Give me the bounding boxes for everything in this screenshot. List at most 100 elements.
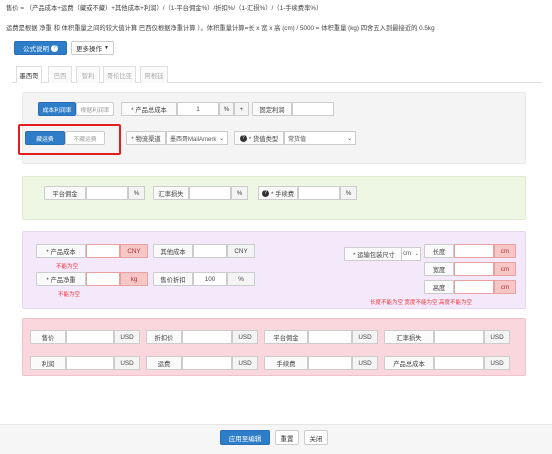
length-label: 长度 <box>424 244 454 258</box>
chevron-down-icon: ⌄ <box>346 135 352 142</box>
formula-help-button[interactable]: 公式说明 ? <box>14 41 67 55</box>
package-unit-select[interactable]: cm ⌄ <box>401 247 421 261</box>
fixed-profit-label: 固定利润 <box>252 102 292 116</box>
fx-loss-input[interactable] <box>189 186 231 200</box>
chevron-down-icon: ⌄ <box>218 135 224 142</box>
mode-cost-profit-button[interactable]: 成本利润率 <box>38 102 76 116</box>
length-unit: cm <box>494 244 516 258</box>
tab-chile[interactable]: 智利 <box>76 66 100 83</box>
result-shipping-output <box>182 356 232 370</box>
result-fx-loss-unit: USD <box>484 330 510 344</box>
fx-loss-unit: % <box>231 186 248 200</box>
result-fx-loss-output <box>434 330 484 344</box>
goods-type-value: 常货值 <box>288 136 307 143</box>
fixed-profit-input[interactable] <box>292 102 334 116</box>
mode-profit-rate-button[interactable]: 根据利润率 <box>76 102 114 116</box>
net-weight-error: 不能为空 <box>58 292 81 298</box>
product-total-cost-label: * 产品总成本 <box>121 102 177 116</box>
question-icon: ? <box>51 44 58 52</box>
package-unit-value: cm <box>403 251 411 257</box>
platform-fee-unit: % <box>128 186 145 200</box>
product-total-cost-label-text: * 产品总成本 <box>131 106 167 114</box>
country-tabs: 墨西哥 巴西 智利 哥伦比亚 阿根廷 <box>12 66 542 84</box>
plus-sign: + <box>234 102 249 116</box>
help-circle-icon: ? <box>239 134 247 142</box>
more-actions-label: 更多操作 <box>76 46 103 53</box>
other-cost-input[interactable] <box>193 244 227 258</box>
goods-type-label-text: * 货值类型 <box>248 135 279 143</box>
other-cost-label: 其他成本 <box>153 244 193 258</box>
formula-help-label: 公式说明 <box>23 46 49 53</box>
cost-percent-unit: % <box>219 102 234 116</box>
result-platform-fee-unit: USD <box>352 330 378 344</box>
result-profit-output <box>66 356 114 370</box>
other-cost-unit: CNY <box>227 244 255 258</box>
handling-fee-label: ? * 手续费 <box>258 186 298 200</box>
height-unit: cm <box>494 280 516 294</box>
logistics-channel-label: * 物流渠道 <box>126 131 166 145</box>
width-unit: cm <box>494 262 516 276</box>
net-weight-input[interactable] <box>86 272 120 286</box>
more-actions-button[interactable]: 更多操作 ▼ <box>71 41 114 55</box>
discount-unit: % <box>227 272 255 286</box>
height-label: 高度 <box>424 280 454 294</box>
result-discount-price-label: 折扣价 <box>146 330 182 344</box>
result-platform-fee-output <box>308 330 352 344</box>
net-weight-label: * 产品净重 <box>36 272 86 286</box>
help-circle-icon: ? <box>261 189 269 197</box>
result-fx-loss-label: 汇率损失 <box>384 330 434 344</box>
logistics-channel-select[interactable]: 墨西哥MailAmerk ⌄ <box>166 131 228 145</box>
result-handling-fee-label: 手续费 <box>264 356 308 370</box>
result-discount-price-unit: USD <box>232 330 258 344</box>
fx-loss-label: 汇率损失 <box>153 186 189 200</box>
result-total-cost-output <box>434 356 484 370</box>
goods-type-label: ? * 货值类型 <box>234 131 284 145</box>
platform-fee-input[interactable] <box>86 186 128 200</box>
volume-note-text: 运费是根据 净重 和 体积重量之间的较大值计算 巴西仅根据净重计算 ）。体积重量… <box>6 25 435 32</box>
net-weight-unit: kg <box>120 272 148 286</box>
caret-down-icon: ▼ <box>104 45 109 51</box>
width-label: 宽度 <box>424 262 454 276</box>
result-total-cost-unit: USD <box>484 356 510 370</box>
handling-fee-label-text: * 手续费 <box>270 190 295 198</box>
dimension-error: 长度不能为空 宽度不能为空 高度不能为空 <box>370 300 473 306</box>
package-size-label: * 运输包装尺寸 <box>344 247 404 261</box>
result-price-unit: USD <box>114 330 140 344</box>
formula-text: 售价 = （产品成本+运费（藏或不藏）+其他成本+利润）/（1-平台佣金%）/折… <box>6 5 323 12</box>
discount-input[interactable]: 100 <box>193 272 227 286</box>
result-handling-fee-output <box>308 356 352 370</box>
height-input[interactable] <box>454 280 494 294</box>
result-profit-unit: USD <box>114 356 140 370</box>
length-input[interactable] <box>454 244 494 258</box>
result-profit-label: 利润 <box>30 356 66 370</box>
tab-brazil[interactable]: 巴西 <box>48 66 72 83</box>
result-shipping-label: 运费 <box>146 356 182 370</box>
result-price-label: 售价 <box>30 330 66 344</box>
chevron-down-icon: ⌄ <box>414 251 419 257</box>
product-total-cost-input[interactable]: 1 <box>177 102 219 116</box>
product-cost-label: * 产品成本 <box>36 244 86 258</box>
apply-to-edit-button[interactable]: 应用至编辑 <box>220 430 270 445</box>
close-button[interactable]: 关闭 <box>304 430 328 445</box>
product-cost-input[interactable] <box>86 244 120 258</box>
goods-type-select[interactable]: 常货值 ⌄ <box>284 131 356 145</box>
tab-argentina[interactable]: 阿根廷 <box>140 66 168 83</box>
logistics-channel-value: 墨西哥MailAmerk <box>170 136 217 143</box>
result-price-output <box>66 330 114 344</box>
product-cost-error: 不能为空 <box>56 264 79 270</box>
width-input[interactable] <box>454 262 494 276</box>
reset-button[interactable]: 重置 <box>275 430 299 445</box>
platform-fee-label: 平台佣金 <box>44 186 86 200</box>
discount-label: 售价折扣 <box>153 272 193 286</box>
handling-fee-input[interactable] <box>298 186 340 200</box>
result-handling-fee-unit: USD <box>352 356 378 370</box>
handling-fee-unit: % <box>340 186 357 200</box>
result-shipping-unit: USD <box>232 356 258 370</box>
tab-colombia[interactable]: 哥伦比亚 <box>103 66 136 83</box>
result-platform-fee-label: 平台佣金 <box>264 330 308 344</box>
result-discount-price-output <box>182 330 232 344</box>
shipping-mode-highlight <box>18 124 121 155</box>
tab-mexico[interactable]: 墨西哥 <box>16 66 42 84</box>
product-cost-unit: CNY <box>120 244 148 258</box>
result-total-cost-label: 产品总成本 <box>384 356 434 370</box>
